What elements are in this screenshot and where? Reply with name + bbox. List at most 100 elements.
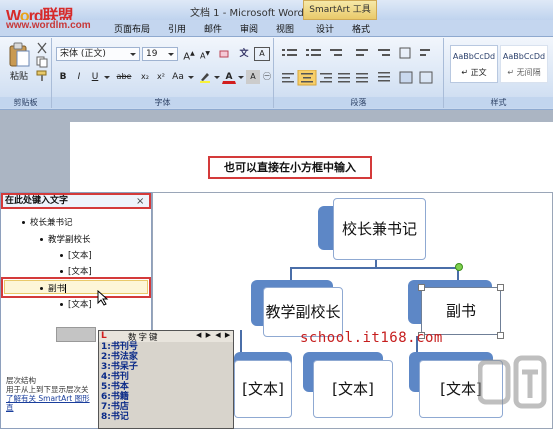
- bullet-icon: [40, 287, 43, 290]
- ime-candidate[interactable]: 8:书记: [101, 412, 129, 423]
- font-group: 宋体 (正文) 19 A▲ A▼ 文 A B I U abe x₂ x² Aa …: [52, 38, 274, 108]
- text-pane-item-label: 副书: [48, 284, 66, 294]
- bullet-icon: [60, 303, 63, 306]
- text-cursor: [65, 284, 67, 293]
- paste-icon[interactable]: [8, 42, 30, 68]
- font-name-select[interactable]: 宋体 (正文): [56, 47, 140, 61]
- list-buttons-row[interactable]: [280, 46, 440, 62]
- tab-references[interactable]: 引用: [168, 22, 186, 35]
- phonetic-guide-button[interactable]: 文: [236, 47, 252, 61]
- chevron-down-icon: [168, 53, 174, 56]
- learn-more-link-end[interactable]: 直: [6, 403, 14, 412]
- highlighter-icon: [200, 73, 210, 83]
- tab-format[interactable]: 格式: [352, 22, 370, 35]
- annotation-caption: 也可以直接在小方框中输入: [208, 156, 372, 179]
- chevron-down-icon: [130, 53, 136, 56]
- text-pane-item-selected[interactable]: 副书: [40, 282, 67, 294]
- strikethrough-button[interactable]: abe: [114, 70, 134, 84]
- ime-logo-icon: L: [101, 331, 107, 341]
- site-logo-url: www.wordlm.com: [6, 20, 91, 31]
- text-pane-item[interactable]: 校长兼书记: [22, 216, 73, 228]
- rotate-handle[interactable]: [455, 263, 463, 271]
- char-shading-button[interactable]: A: [246, 70, 260, 84]
- mouse-pointer-icon: [97, 290, 109, 306]
- smartart-tools-context-tab: SmartArt 工具: [303, 0, 377, 20]
- style-normal-preview: AaBbCcDd: [452, 52, 496, 61]
- learn-more-link[interactable]: 了解有关 SmartArt 图形: [6, 394, 90, 403]
- smartart-node-right[interactable]: 副书: [421, 287, 501, 335]
- chevron-down-icon: [214, 76, 220, 79]
- paragraph-group: 段落: [274, 38, 444, 108]
- text-pane-item-label: 校长兼书记: [30, 218, 73, 228]
- text-pane-item[interactable]: [文本]: [60, 265, 92, 277]
- chevron-down-icon: [104, 76, 110, 79]
- text-pane-header: 在此处键入文字: [1, 193, 151, 209]
- bullet-icon: [60, 270, 63, 273]
- resize-handle[interactable]: [418, 284, 425, 291]
- site-watermark: school.it168.com: [300, 330, 443, 346]
- resize-handle[interactable]: [497, 284, 504, 291]
- smartart-node-child-2[interactable]: [文本]: [313, 360, 393, 418]
- text-pane-selected-row[interactable]: [4, 280, 148, 294]
- highlight-button[interactable]: [198, 70, 212, 84]
- italic-button[interactable]: I: [72, 70, 86, 84]
- bold-button[interactable]: B: [56, 70, 70, 84]
- char-border-button[interactable]: A: [254, 47, 270, 61]
- font-color-button[interactable]: A: [222, 70, 236, 84]
- connector-line: [290, 267, 292, 281]
- font-size-value: 19: [146, 49, 158, 59]
- text-pane-item-label: 教学副校长: [48, 235, 91, 245]
- eraser-icon: [219, 50, 229, 58]
- bullet-icon: [22, 221, 25, 224]
- chevron-down-icon: [188, 76, 194, 79]
- copy-icon[interactable]: [36, 56, 48, 68]
- subscript-button[interactable]: x₂: [138, 70, 152, 84]
- grow-font-button[interactable]: A▲: [182, 47, 196, 62]
- close-icon[interactable]: ×: [136, 196, 144, 207]
- smartart-node-top[interactable]: 校长兼书记: [333, 198, 426, 260]
- alignment-buttons-row[interactable]: [280, 70, 440, 86]
- text-pane-item-label: [文本]: [68, 267, 92, 277]
- underline-button[interactable]: U: [88, 70, 102, 84]
- paste-label[interactable]: 粘贴: [10, 69, 28, 82]
- text-pane-item-label: [文本]: [68, 251, 92, 261]
- superscript-button[interactable]: x²: [154, 70, 168, 84]
- connector-line: [290, 267, 458, 269]
- download-site-logo-watermark: [478, 355, 547, 409]
- font-size-select[interactable]: 19: [142, 47, 178, 61]
- clipboard-group-label: 剪贴板: [0, 97, 51, 108]
- styles-group-label: 样式: [444, 97, 553, 108]
- font-group-label: 字体: [52, 97, 273, 108]
- chevron-down-icon: [238, 76, 244, 79]
- paragraph-group-label: 段落: [274, 97, 443, 108]
- bullet-icon: [40, 238, 43, 241]
- font-name-value: 宋体 (正文): [60, 49, 106, 59]
- resize-handle[interactable]: [497, 332, 504, 339]
- bullet-icon: [60, 254, 63, 257]
- style-no-spacing-name: ↵ 无间隔: [507, 68, 541, 77]
- style-normal-name: ↵ 正文: [461, 68, 487, 77]
- smartart-node-child-1[interactable]: [文本]: [234, 360, 292, 418]
- shrink-font-button[interactable]: A▼: [198, 47, 212, 61]
- text-pane-item[interactable]: [文本]: [60, 249, 92, 261]
- clear-format-button[interactable]: [216, 47, 232, 61]
- text-pane-button[interactable]: [56, 327, 96, 342]
- format-painter-icon[interactable]: [36, 70, 48, 82]
- text-pane-item[interactable]: [文本]: [60, 298, 92, 310]
- text-pane-item[interactable]: 教学副校长: [40, 233, 91, 245]
- tab-view[interactable]: 视图: [276, 22, 294, 35]
- style-no-spacing-preview: AaBbCcDd: [502, 52, 546, 61]
- enclose-char-button[interactable]: ㊀: [262, 70, 272, 84]
- tab-page-layout[interactable]: 页面布局: [114, 22, 150, 35]
- ime-page-arrows[interactable]: ◀ ▶ ◀ ▶: [196, 331, 231, 339]
- tab-design[interactable]: 设计: [316, 22, 334, 35]
- tab-review[interactable]: 审阅: [240, 22, 258, 35]
- style-no-spacing[interactable]: AaBbCcDd ↵ 无间隔: [500, 45, 548, 83]
- change-case-button[interactable]: Aa: [170, 70, 186, 84]
- tab-mailings[interactable]: 邮件: [204, 22, 222, 35]
- window-title: 文档 1 - Microsoft Word: [190, 8, 304, 19]
- style-normal[interactable]: AaBbCcDd ↵ 正文: [450, 45, 498, 83]
- clipboard-group: 粘贴 剪贴板: [0, 38, 52, 108]
- text-pane-item-label: [文本]: [68, 300, 92, 310]
- cut-icon[interactable]: [36, 42, 48, 54]
